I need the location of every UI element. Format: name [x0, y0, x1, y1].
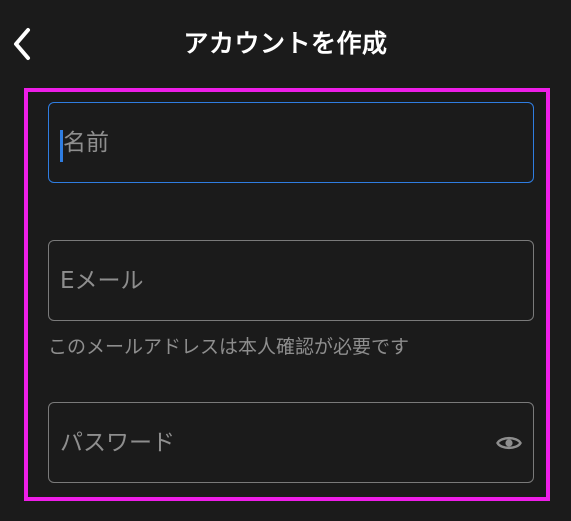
- email-helper-text: このメールアドレスは本人確認が必要です: [48, 336, 410, 358]
- signup-form: 名前 Eメール このメールアドレスは本人確認が必要です パスワード: [24, 88, 550, 501]
- create-account-screen: アカウントを作成 名前 Eメール このメールアドレスは本人確認が必要です パスワ…: [0, 0, 571, 521]
- eye-icon[interactable]: [496, 434, 522, 452]
- header: アカウントを作成: [0, 0, 571, 88]
- email-field[interactable]: Eメール: [48, 240, 534, 321]
- password-placeholder: パスワード: [60, 429, 175, 456]
- email-placeholder: Eメール: [60, 267, 144, 294]
- page-title: アカウントを作成: [183, 29, 388, 58]
- password-field[interactable]: パスワード: [48, 402, 534, 483]
- name-field[interactable]: 名前: [48, 102, 534, 183]
- name-placeholder: 名前: [63, 129, 109, 156]
